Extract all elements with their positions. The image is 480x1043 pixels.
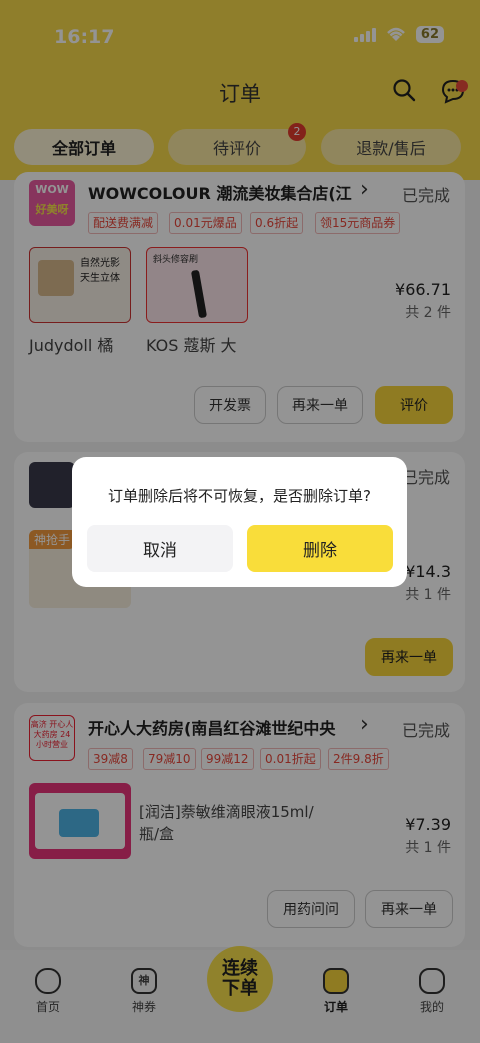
cancel-button[interactable]: 取消	[87, 525, 233, 572]
dialog-message: 订单删除后将不可恢复，是否删除订单?	[108, 487, 371, 505]
delete-confirm-dialog: 订单删除后将不可恢复，是否删除订单? 取消 删除	[72, 457, 407, 587]
delete-button[interactable]: 删除	[247, 525, 393, 572]
